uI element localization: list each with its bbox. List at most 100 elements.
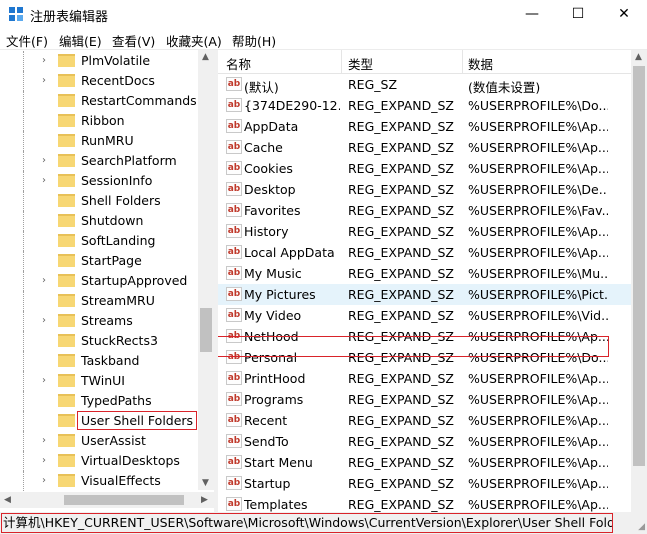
tree-guide-line [23,331,24,351]
tree-item[interactable]: StreamMRU [0,291,200,311]
table-row[interactable]: ab Templates REG_EXPAND_SZ %USERPROFILE%\Ap… [218,494,631,512]
menu-edit[interactable]: 编辑(E) [59,31,102,50]
column-header-type[interactable]: 类型 [348,54,373,73]
value-data-cell: %USERPROFILE%\Mu... [468,266,608,281]
folder-icon [58,94,75,107]
table-row[interactable]: ab History REG_EXPAND_SZ %USERPROFILE%\Ap..… [218,221,631,242]
table-row[interactable]: ab My Music REG_EXPAND_SZ %USERPROFILE%\Mu.… [218,263,631,284]
scroll-left-icon[interactable]: ◀ [4,495,11,505]
scroll-up-icon[interactable]: ▲ [202,52,209,62]
tree-item[interactable]: › RecentDocs [0,71,200,91]
chevron-right-icon[interactable]: › [42,73,52,89]
tree-item-label: SessionInfo [81,173,153,188]
list-vertical-scrollbar[interactable]: ▲ [631,50,647,512]
tree-hscroll-thumb[interactable] [64,495,184,505]
tree-item-label: TWinUI [81,373,125,388]
tree-item[interactable]: Shell Folders [0,191,200,211]
table-row[interactable]: ab My Video REG_EXPAND_SZ %USERPROFILE%\Vid… [218,305,631,326]
tree-item[interactable]: Taskband [0,351,200,371]
chevron-right-icon[interactable]: › [42,53,52,69]
table-row[interactable]: ab PrintHood REG_EXPAND_SZ %USERPROFILE%\Ap… [218,368,631,389]
tree-item[interactable]: › Streams [0,311,200,331]
tree-item[interactable]: › StartupApproved [0,271,200,291]
menu-file[interactable]: 文件(F) [6,31,48,50]
tree-item[interactable]: › VisualEffects [0,471,200,491]
table-row[interactable]: ab Start Menu REG_EXPAND_SZ %USERPROFILE%\A… [218,452,631,473]
table-row[interactable]: ab Cookies REG_EXPAND_SZ %USERPROFILE%\Ap..… [218,158,631,179]
tree-item[interactable]: TypedPaths [0,391,200,411]
column-header-data[interactable]: 数据 [468,54,493,73]
table-row[interactable]: ab {374DE290-12... REG_EXPAND_SZ %USERPROFI… [218,95,631,116]
tree-item[interactable]: StartPage [0,251,200,271]
table-row[interactable]: ab Favorites REG_EXPAND_SZ %USERPROFILE%\Fa… [218,200,631,221]
column-divider[interactable] [462,50,463,74]
close-button[interactable]: ✕ [601,0,647,28]
tree-guide-line [23,471,24,491]
chevron-right-icon[interactable]: › [42,173,52,189]
chevron-right-icon[interactable]: › [42,373,52,389]
table-row[interactable]: ab (默认) REG_SZ (数值未设置) [218,74,631,95]
tree-guide-line [23,411,24,431]
tree-item[interactable]: › TWinUI [0,371,200,391]
value-data-cell: %USERPROFILE%\Ap... [468,224,608,239]
tree-item-label: StreamMRU [81,293,155,308]
table-row[interactable]: ab Local AppData REG_EXPAND_SZ %USERPROFILE… [218,242,631,263]
menu-favorites[interactable]: 收藏夹(A) [166,31,222,50]
tree-item[interactable]: Shutdown [0,211,200,231]
value-name-cell: Recent [244,413,288,428]
value-name-cell: Desktop [244,182,296,197]
tree-item[interactable]: › SearchPlatform [0,151,200,171]
tree-item[interactable]: › UserAssist [0,431,200,451]
chevron-right-icon[interactable]: › [42,453,52,469]
folder-icon [58,194,75,207]
tree-item[interactable]: User Shell Folders [0,411,200,431]
value-type-cell: REG_EXPAND_SZ [348,497,454,512]
tree-item[interactable]: StuckRects3 [0,331,200,351]
tree-scroll-thumb[interactable] [200,308,212,352]
resize-grip-icon[interactable]: ◢ [638,522,645,532]
scroll-up-icon[interactable]: ▲ [635,52,642,62]
list-scroll-thumb[interactable] [633,66,645,466]
tree-item[interactable]: › SessionInfo [0,171,200,191]
chevron-right-icon[interactable]: › [42,473,52,489]
scroll-right-icon[interactable]: ▶ [201,495,208,505]
tree-item-label: Taskband [81,353,140,368]
maximize-button[interactable]: ☐ [555,0,601,28]
chevron-right-icon[interactable]: › [42,433,52,449]
column-divider[interactable] [341,50,342,74]
tree-horizontal-scrollbar[interactable]: ◀ ▶ [0,492,214,508]
chevron-right-icon[interactable]: › [42,313,52,329]
menu-view[interactable]: 查看(V) [112,31,155,50]
tree-vertical-scrollbar[interactable]: ▲ ▼ [198,50,214,490]
scroll-down-icon[interactable]: ▼ [202,478,209,488]
tree-item[interactable]: SoftLanding [0,231,200,251]
chevron-right-icon[interactable]: › [42,153,52,169]
menu-help[interactable]: 帮助(H) [232,31,276,50]
registry-key-tree[interactable]: › PlmVolatile › RecentDocs RestartCommands Ri… [0,50,214,512]
folder-icon [58,154,75,167]
registry-path-address[interactable]: 计算机\HKEY_CURRENT_USER\Software\Microsoft… [1,513,613,533]
tree-item-label: RecentDocs [81,73,155,88]
tree-item[interactable]: RunMRU [0,131,200,151]
value-name-cell: My Pictures [244,287,316,302]
table-row[interactable]: ab Programs REG_EXPAND_SZ %USERPROFILE%\Ap.… [218,389,631,410]
registry-values-list[interactable]: 名称 类型 数据 ab (默认) REG_SZ (数值未设置) ab {374DE290-… [218,50,631,512]
table-row[interactable]: ab Startup REG_EXPAND_SZ %USERPROFILE%\Ap..… [218,473,631,494]
tree-item[interactable]: › VirtualDesktops [0,451,200,471]
table-row[interactable]: ab My Pictures REG_EXPAND_SZ %USERPROFILE%\… [218,284,631,305]
value-type-cell: REG_EXPAND_SZ [348,308,454,323]
tree-item[interactable]: › PlmVolatile [0,51,200,71]
table-row[interactable]: ab AppData REG_EXPAND_SZ %USERPROFILE%\Ap..… [218,116,631,137]
chevron-right-icon[interactable]: › [42,273,52,289]
table-row[interactable]: ab Cache REG_EXPAND_SZ %USERPROFILE%\Ap... [218,137,631,158]
table-row[interactable]: ab SendTo REG_EXPAND_SZ %USERPROFILE%\Ap... [218,431,631,452]
table-row[interactable]: ab Desktop REG_EXPAND_SZ %USERPROFILE%\De..… [218,179,631,200]
tree-item[interactable]: RestartCommands [0,91,200,111]
folder-icon [58,134,75,147]
string-value-icon: ab [226,266,242,280]
table-row[interactable]: ab Recent REG_EXPAND_SZ %USERPROFILE%\Ap... [218,410,631,431]
column-header-name[interactable]: 名称 [226,54,251,73]
tree-item[interactable]: Ribbon [0,111,200,131]
tree-item-label: StartPage [81,253,142,268]
minimize-button[interactable]: — [509,0,555,28]
